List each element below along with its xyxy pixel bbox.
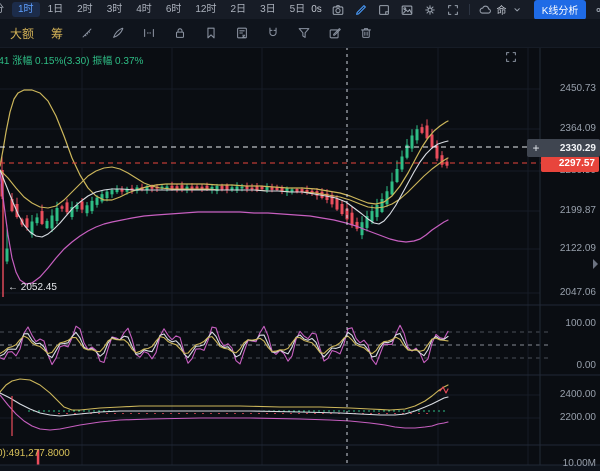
timeframe-tab-3日[interactable]: 3日 bbox=[254, 2, 282, 17]
timeframe-tab-2日[interactable]: 2日 bbox=[225, 2, 253, 17]
ruler-icon[interactable] bbox=[80, 26, 94, 40]
drawing-toolbar: 大额 筹 bbox=[0, 19, 600, 48]
camera-icon[interactable] bbox=[331, 3, 345, 17]
axis-label: 100.00 bbox=[541, 318, 599, 329]
pencil-icon[interactable] bbox=[354, 3, 368, 17]
toolbar-divider bbox=[469, 4, 470, 15]
timeframe-tab-5日[interactable]: 5日 bbox=[284, 2, 312, 17]
timeframe-tab-分[interactable]: 分 bbox=[0, 2, 10, 17]
timeframe-tabs: 分1时1日2时3时4时6时12时2日3日5日 bbox=[0, 2, 311, 17]
timeframe-tab-1时[interactable]: 1时 bbox=[12, 2, 40, 17]
pen-curve-icon[interactable] bbox=[111, 26, 125, 40]
axis-label: 2450.73 bbox=[541, 83, 599, 94]
chart-canvas[interactable] bbox=[0, 47, 600, 471]
timeframe-tab-1日[interactable]: 1日 bbox=[42, 2, 70, 17]
timeframe-toolbar: 分1时1日2时3时4时6时12时2日3日5日 0s 未命名 K线分析 bbox=[0, 0, 600, 19]
cloud-icon bbox=[478, 3, 492, 17]
trading-app-window: 分1时1日2时3时4时6时12时2日3日5日 0s 未命名 K线分析 大额 筹 bbox=[0, 0, 600, 471]
axis-label: 2047.06 bbox=[541, 287, 599, 298]
axis-label: 2122.09 bbox=[541, 243, 599, 254]
chips-button[interactable]: 筹 bbox=[51, 25, 63, 42]
timeframe-tab-12时[interactable]: 12时 bbox=[189, 2, 222, 17]
timeframe-tab-3时[interactable]: 3时 bbox=[101, 2, 129, 17]
bookmark-icon[interactable] bbox=[204, 26, 218, 40]
share-icon[interactable] bbox=[595, 3, 600, 17]
magnet-icon[interactable] bbox=[266, 26, 280, 40]
axis-label: 10.00M bbox=[541, 458, 599, 469]
lock-icon[interactable] bbox=[173, 26, 187, 40]
big-order-button[interactable]: 大额 bbox=[10, 25, 34, 42]
edit-icon[interactable] bbox=[328, 26, 342, 40]
gear-icon[interactable] bbox=[423, 3, 437, 17]
template-icon[interactable] bbox=[235, 26, 249, 40]
filter-icon[interactable] bbox=[297, 26, 311, 40]
image-icon[interactable] bbox=[400, 3, 414, 17]
frame-icon[interactable] bbox=[377, 3, 391, 17]
axis-label: 2400.00 bbox=[541, 389, 599, 400]
crosshair-plus-icon: + bbox=[527, 139, 545, 157]
axis-label: 2364.09 bbox=[541, 123, 599, 134]
timeframe-tab-2时[interactable]: 2时 bbox=[71, 2, 99, 17]
timeframe-tab-4时[interactable]: 4时 bbox=[130, 2, 158, 17]
timeframe-tab-6时[interactable]: 6时 bbox=[160, 2, 188, 17]
measure-icon[interactable] bbox=[142, 26, 156, 40]
last-price-tag: 2297.57 bbox=[541, 156, 599, 172]
chevron-down-icon bbox=[511, 3, 525, 17]
fullscreen-icon[interactable] bbox=[446, 3, 460, 17]
volume-indicator-label: 0):491,277.8000 bbox=[0, 448, 70, 459]
axis-label: 2200.00 bbox=[541, 412, 599, 423]
expand-chart-icon[interactable] bbox=[504, 50, 518, 64]
crosshair-price-tag: + 2330.29 bbox=[527, 139, 600, 157]
low-price-marker: ← 2052.45 bbox=[8, 282, 57, 293]
kline-analysis-button[interactable]: K线分析 bbox=[534, 0, 587, 20]
axis-label: 2199.87 bbox=[541, 205, 599, 216]
price-change-info: 1.41 涨幅 0.15%(3.30) 振幅 0.37% bbox=[0, 52, 143, 67]
panel-collapse-handle[interactable] bbox=[593, 259, 598, 269]
axis-label: 0.00 bbox=[541, 360, 599, 371]
crosshair-price-value: 2330.29 bbox=[545, 143, 600, 154]
trash-icon[interactable] bbox=[359, 26, 373, 40]
candle-countdown: 0s bbox=[311, 4, 322, 15]
